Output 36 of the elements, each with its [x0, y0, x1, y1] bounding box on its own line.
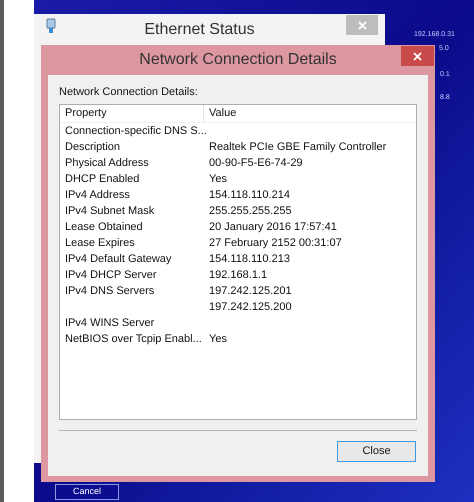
network-adapter-icon [46, 18, 56, 34]
value-cell: 154.118.110.214 [209, 188, 290, 201]
property-cell: IPv4 Subnet Mask [65, 204, 154, 217]
property-cell: IPv4 Address [65, 188, 130, 201]
section-label: Network Connection Details: [59, 85, 199, 99]
close-button[interactable] [401, 46, 434, 66]
value-cell: 197.242.125.201 [209, 284, 292, 297]
value-cell: Yes [209, 332, 227, 345]
value-cell: 154.118.110.213 [209, 252, 290, 265]
value-cell: Realtek PCIe GBE Family Controller [209, 140, 386, 153]
property-cell: Lease Obtained [65, 220, 143, 233]
property-cell: IPv4 DNS Servers [65, 284, 154, 297]
close-button[interactable]: Close [337, 441, 416, 462]
column-header[interactable]: Value [204, 105, 416, 122]
dialog-title: Network Connection Details [139, 50, 337, 70]
value-cell: 27 February 2152 00:31:07 [209, 236, 342, 249]
close-icon [358, 20, 366, 30]
property-cell: IPv4 Default Gateway [65, 252, 172, 265]
property-cell: Description [65, 140, 120, 153]
window-title: Ethernet Status [144, 20, 256, 40]
cancel-button[interactable]: Cancel [55, 484, 119, 500]
value-cell: Yes [209, 172, 227, 185]
value-cell: 255.255.255.255 [209, 204, 292, 217]
value-cell: 192.168.1.1 [209, 268, 268, 281]
value-cell: 00-90-F5-E6-74-29 [209, 156, 303, 169]
property-cell: Connection-specific DNS S... [65, 124, 207, 137]
property-cell: Lease Expires [65, 236, 135, 249]
property-cell: NetBIOS over Tcpip Enabl... [65, 332, 202, 345]
property-cell: IPv4 WINS Server [65, 316, 154, 329]
property-cell: DHCP Enabled [65, 172, 140, 185]
property-cell: Physical Address [65, 156, 149, 169]
property-cell: IPv4 DHCP Server [65, 268, 156, 281]
close-icon [413, 52, 422, 60]
value-cell: 20 January 2016 17:57:41 [209, 220, 337, 233]
value-cell: 197.242.125.200 [209, 300, 292, 313]
column-header[interactable]: Property [60, 105, 204, 122]
